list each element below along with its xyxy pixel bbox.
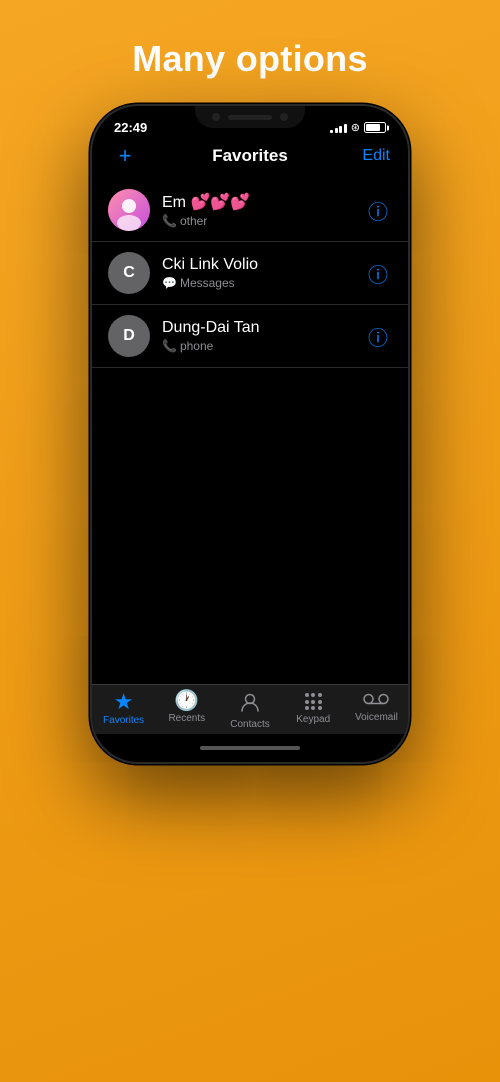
contact-name: Dung-Dai Tan <box>162 319 364 337</box>
contact-name: Em 💕💕💕 <box>162 192 364 212</box>
contact-sub: 📞 other <box>162 214 364 228</box>
keypad-icon <box>305 693 322 710</box>
contact-info: Dung-Dai Tan 📞 phone <box>162 319 364 353</box>
contact-list: Em 💕💕💕 📞 other ⓘ C Cki Link Volio <box>92 179 408 368</box>
phone-sub-icon: 📞 <box>162 339 177 353</box>
list-item[interactable]: C Cki Link Volio 💬 Messages ⓘ <box>92 242 408 305</box>
list-item[interactable]: Em 💕💕💕 📞 other ⓘ <box>92 179 408 242</box>
contact-sub-type: phone <box>180 339 213 353</box>
tab-bar: ★ Favorites 🕐 Recents Contacts <box>92 684 408 734</box>
contact-info: Em 💕💕💕 📞 other <box>162 192 364 228</box>
avatar-initial: D <box>123 327 135 345</box>
home-indicator <box>92 734 408 762</box>
contact-name: Cki Link Volio <box>162 256 364 274</box>
notch-sensor <box>280 113 288 121</box>
notch-camera <box>212 113 220 121</box>
notch-speaker <box>228 115 272 120</box>
avatar <box>108 189 150 231</box>
tab-contacts[interactable]: Contacts <box>218 691 281 730</box>
battery-icon <box>364 122 386 133</box>
tab-contacts-label: Contacts <box>230 719 269 730</box>
contact-sub-type: other <box>180 214 207 228</box>
phone-sub-icon: 📞 <box>162 214 177 228</box>
home-bar <box>200 746 300 750</box>
messages-sub-icon: 💬 <box>162 276 177 290</box>
status-bar: 22:49 ⊛ <box>92 106 408 139</box>
avatar: D <box>108 315 150 357</box>
nav-bar: + Favorites Edit <box>92 139 408 177</box>
signal-icon <box>330 122 347 133</box>
contact-sub-type: Messages <box>180 276 235 290</box>
star-icon: ★ <box>114 691 134 713</box>
phone-screen: 22:49 ⊛ + Favorites Edit <box>92 106 408 762</box>
page-title: Many options <box>132 38 368 80</box>
avatar: C <box>108 252 150 294</box>
person-icon <box>239 691 261 717</box>
favorites-list: Em 💕💕💕 📞 other ⓘ C Cki Link Volio <box>92 177 408 684</box>
tab-favorites-label: Favorites <box>103 715 144 726</box>
contact-sub: 💬 Messages <box>162 276 364 290</box>
notch <box>195 106 305 128</box>
tab-favorites[interactable]: ★ Favorites <box>92 691 155 726</box>
contact-sub: 📞 phone <box>162 339 364 353</box>
voicemail-icon <box>363 691 389 710</box>
phone-mockup: 22:49 ⊛ + Favorites Edit <box>90 104 410 764</box>
tab-recents[interactable]: 🕐 Recents <box>155 691 218 724</box>
info-button[interactable]: ⓘ <box>364 259 392 287</box>
nav-title: Favorites <box>212 146 288 166</box>
contact-info: Cki Link Volio 💬 Messages <box>162 256 364 290</box>
info-button[interactable]: ⓘ <box>364 196 392 224</box>
add-button[interactable]: + <box>110 143 140 169</box>
tab-voicemail-label: Voicemail <box>355 712 398 723</box>
info-button[interactable]: ⓘ <box>364 322 392 350</box>
wifi-icon: ⊛ <box>351 121 360 134</box>
status-icons: ⊛ <box>330 121 386 134</box>
clock-icon: 🕐 <box>174 691 199 711</box>
list-item[interactable]: D Dung-Dai Tan 📞 phone ⓘ <box>92 305 408 368</box>
avatar-initial: C <box>123 264 135 282</box>
tab-recents-label: Recents <box>168 713 205 724</box>
tab-keypad-label: Keypad <box>296 714 330 725</box>
tab-keypad[interactable]: Keypad <box>282 691 345 725</box>
edit-button[interactable]: Edit <box>360 147 390 165</box>
tab-voicemail[interactable]: Voicemail <box>345 691 408 723</box>
status-time: 22:49 <box>114 120 147 135</box>
